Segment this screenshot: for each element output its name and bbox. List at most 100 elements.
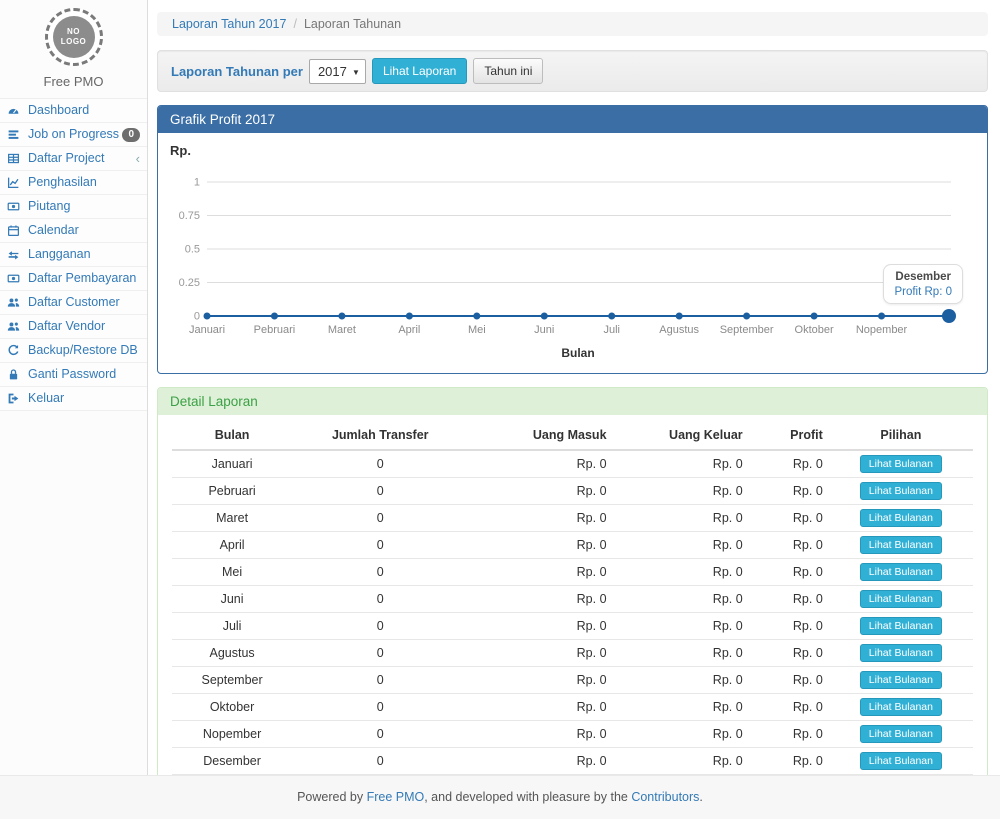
sidebar-item-piutang[interactable]: Piutang xyxy=(0,195,147,219)
refresh-icon xyxy=(7,344,24,357)
sidebar-item-label: Ganti Password xyxy=(28,367,116,382)
svg-text:Juli: Juli xyxy=(603,324,620,336)
col-header-uang-masuk: Uang Masuk xyxy=(468,421,612,450)
svg-text:Oktober: Oktober xyxy=(795,324,834,336)
chart-tooltip-title: Desember xyxy=(894,271,952,283)
sidebar-item-daftar-pembayaran[interactable]: Daftar Pembayaran xyxy=(0,267,147,291)
col-header-bulan: Bulan xyxy=(172,421,292,450)
lihat-bulanan-button[interactable]: Lihat Bulanan xyxy=(860,698,942,716)
svg-text:April: April xyxy=(398,324,420,336)
profit-chart: Rp.10.750.50.250JanuariPebruariMaretApri… xyxy=(158,133,987,373)
svg-text:Bulan: Bulan xyxy=(561,346,594,360)
users-icon xyxy=(7,320,24,333)
svg-text:Pebruari: Pebruari xyxy=(254,324,296,336)
lihat-bulanan-button[interactable]: Lihat Bulanan xyxy=(860,644,942,662)
sidebar-item-label: Daftar Customer xyxy=(28,295,120,310)
footer-contributors-link[interactable]: Contributors xyxy=(631,790,699,804)
profit-chart-panel: Grafik Profit 2017 Rp.10.750.50.250Janua… xyxy=(157,105,988,374)
table-row: Mei0Rp. 0Rp. 0Rp. 0Lihat Bulanan xyxy=(172,559,973,586)
svg-text:0.5: 0.5 xyxy=(185,244,200,256)
chart-tooltip: Desember Profit Rp: 0 xyxy=(883,264,963,304)
money-icon xyxy=(7,200,24,213)
breadcrumb: Laporan Tahun 2017 / Laporan Tahunan xyxy=(157,12,988,36)
footer-text-prefix: Powered by xyxy=(297,790,366,804)
lihat-bulanan-button[interactable]: Lihat Bulanan xyxy=(860,482,942,500)
table-row: Desember0Rp. 0Rp. 0Rp. 0Lihat Bulanan xyxy=(172,748,973,775)
svg-text:Januari: Januari xyxy=(189,324,225,336)
lihat-bulanan-button[interactable]: Lihat Bulanan xyxy=(860,752,942,770)
lihat-bulanan-button[interactable]: Lihat Bulanan xyxy=(860,536,942,554)
sidebar-item-backup-restore-db[interactable]: Backup/Restore DB xyxy=(0,339,147,363)
lihat-bulanan-button[interactable]: Lihat Bulanan xyxy=(860,671,942,689)
sign-out-icon xyxy=(7,392,24,405)
brand-block: NO LOGO Free PMO xyxy=(0,0,147,89)
sidebar-item-label: Langganan xyxy=(28,247,91,262)
page-footer: Powered by Free PMO, and developed with … xyxy=(0,775,1000,819)
breadcrumb-separator: / xyxy=(293,17,296,31)
retweet-icon xyxy=(7,248,24,261)
footer-freepmo-link[interactable]: Free PMO xyxy=(367,790,425,804)
svg-text:Mei: Mei xyxy=(468,324,486,336)
sidebar-item-label: Daftar Project xyxy=(28,151,104,166)
count-badge: 0 xyxy=(122,128,140,142)
table-header-row: Bulan Jumlah Transfer Uang Masuk Uang Ke… xyxy=(172,421,973,450)
table-icon xyxy=(7,152,24,165)
no-logo-placeholder: NO LOGO xyxy=(53,16,95,58)
lihat-bulanan-button[interactable]: Lihat Bulanan xyxy=(860,455,942,473)
svg-text:Rp.: Rp. xyxy=(170,143,191,158)
table-row: Nopember0Rp. 0Rp. 0Rp. 0Lihat Bulanan xyxy=(172,721,973,748)
app-logo: NO LOGO xyxy=(45,8,103,66)
svg-text:0.75: 0.75 xyxy=(179,210,200,222)
chart-panel-title: Grafik Profit 2017 xyxy=(158,106,987,133)
sidebar-item-label: Penghasilan xyxy=(28,175,97,190)
lihat-laporan-button[interactable]: Lihat Laporan xyxy=(372,58,467,84)
lihat-bulanan-button[interactable]: Lihat Bulanan xyxy=(860,590,942,608)
col-header-pilihan: Pilihan xyxy=(829,421,973,450)
svg-text:Nopember: Nopember xyxy=(856,324,908,336)
sidebar-item-ganti-password[interactable]: Ganti Password xyxy=(0,363,147,387)
sidebar-item-daftar-project[interactable]: Daftar Project ‹ xyxy=(0,147,147,171)
calendar-icon xyxy=(7,224,24,237)
profit-line-chart[interactable]: Rp.10.750.50.250JanuariPebruariMaretApri… xyxy=(158,133,987,371)
lock-icon xyxy=(7,368,24,381)
users-icon xyxy=(7,296,24,309)
table-row: Oktober0Rp. 0Rp. 0Rp. 0Lihat Bulanan xyxy=(172,694,973,721)
svg-text:September: September xyxy=(720,324,774,336)
tasks-icon xyxy=(7,128,24,141)
footer-text-middle: , and developed with pleasure by the xyxy=(424,790,631,804)
table-row: Juli0Rp. 0Rp. 0Rp. 0Lihat Bulanan xyxy=(172,613,973,640)
svg-text:Maret: Maret xyxy=(328,324,356,336)
sidebar-item-daftar-customer[interactable]: Daftar Customer xyxy=(0,291,147,315)
brand-name: Free PMO xyxy=(0,74,147,89)
sidebar-item-langganan[interactable]: Langganan xyxy=(0,243,147,267)
lihat-bulanan-button[interactable]: Lihat Bulanan xyxy=(860,617,942,635)
main-content: Laporan Tahun 2017 / Laporan Tahunan Lap… xyxy=(149,0,1000,775)
sidebar-item-label: Keluar xyxy=(28,391,64,406)
table-row: Maret0Rp. 0Rp. 0Rp. 0Lihat Bulanan xyxy=(172,505,973,532)
sidebar-item-label: Daftar Vendor xyxy=(28,319,105,334)
sidebar-item-penghasilan[interactable]: Penghasilan xyxy=(0,171,147,195)
footer-text-suffix: . xyxy=(699,790,702,804)
sidebar-item-job-on-progress[interactable]: Job on Progress0 xyxy=(0,123,147,147)
svg-text:Juni: Juni xyxy=(534,324,554,336)
sidebar-item-keluar[interactable]: Keluar xyxy=(0,387,147,411)
sidebar-item-dashboard[interactable]: Dashboard xyxy=(0,99,147,123)
breadcrumb-link-laporan-tahun[interactable]: Laporan Tahun 2017 xyxy=(172,17,286,31)
chevron-left-icon: ‹ xyxy=(136,154,140,164)
lihat-bulanan-button[interactable]: Lihat Bulanan xyxy=(860,563,942,581)
sidebar-item-daftar-vendor[interactable]: Daftar Vendor xyxy=(0,315,147,339)
tahun-ini-button[interactable]: Tahun ini xyxy=(473,58,543,84)
lihat-bulanan-button[interactable]: Lihat Bulanan xyxy=(860,725,942,743)
report-table: Bulan Jumlah Transfer Uang Masuk Uang Ke… xyxy=(172,421,973,797)
lihat-bulanan-button[interactable]: Lihat Bulanan xyxy=(860,509,942,527)
col-header-jumlah-transfer: Jumlah Transfer xyxy=(292,421,468,450)
filter-label: Laporan Tahunan per xyxy=(171,64,303,79)
sidebar-item-calendar[interactable]: Calendar xyxy=(0,219,147,243)
sidebar: NO LOGO Free PMO DashboardJob on Progres… xyxy=(0,0,148,775)
year-select[interactable]: 2017 xyxy=(314,64,361,79)
svg-text:0.25: 0.25 xyxy=(179,277,200,289)
detail-laporan-panel: Detail Laporan Bulan Jumlah Transfer Uan… xyxy=(157,387,988,812)
table-row: September0Rp. 0Rp. 0Rp. 0Lihat Bulanan xyxy=(172,667,973,694)
breadcrumb-current: Laporan Tahunan xyxy=(304,17,401,31)
col-header-profit: Profit xyxy=(749,421,829,450)
